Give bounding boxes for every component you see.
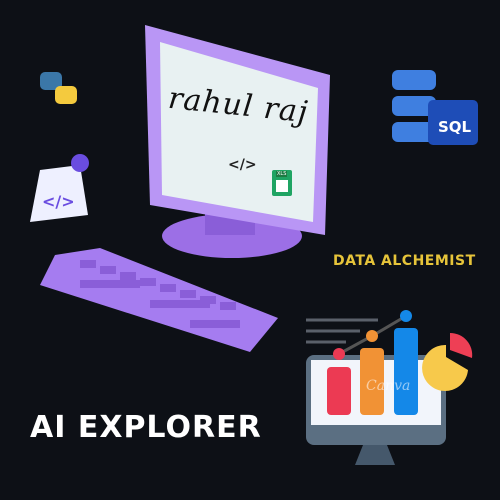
svg-text:</>: </> <box>42 192 75 211</box>
xls-badge: XLS <box>276 171 288 177</box>
python-icon <box>40 72 77 104</box>
purple-monitor <box>145 25 330 258</box>
code-settings-icon: </> <box>30 154 89 222</box>
purple-keyboard <box>40 248 278 352</box>
code-symbol: </> <box>228 157 257 173</box>
poster: </> rahul raj </> XLS SQL Canva DATA ALC… <box>0 0 500 500</box>
watermark: Canva <box>366 378 411 394</box>
tagline: DATA ALCHEMIST <box>333 253 476 269</box>
sql-label: SQL <box>438 118 472 136</box>
headline: AI EXPLORER <box>30 410 262 445</box>
